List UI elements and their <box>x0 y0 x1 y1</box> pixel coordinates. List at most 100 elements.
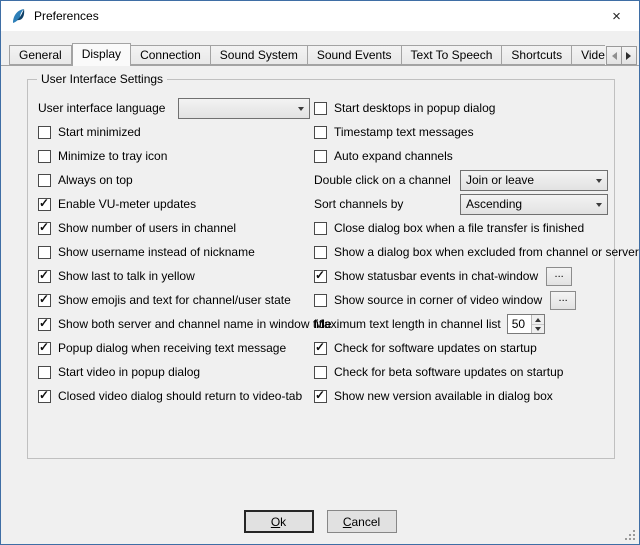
statusbar-events-more-button[interactable]: ... <box>546 267 572 286</box>
checkbox-row[interactable]: Popup dialog when receiving text message <box>38 336 310 360</box>
checkbox-label: Show new version available in dialog box <box>334 389 553 403</box>
checkbox-label: Start desktops in popup dialog <box>334 101 495 115</box>
checkbox-box[interactable] <box>314 270 327 283</box>
checkbox-box[interactable] <box>314 342 327 355</box>
checkbox-row[interactable]: Start desktops in popup dialog <box>314 96 608 120</box>
checkbox-box[interactable] <box>314 126 327 139</box>
sort-channels-select[interactable]: Ascending <box>460 194 608 215</box>
spin-value: 50 <box>508 315 531 333</box>
tab[interactable]: Text To Speech <box>402 45 503 65</box>
tab[interactable]: Sound Events <box>308 45 402 65</box>
right-column: Start desktops in popup dialog Timestamp… <box>314 96 608 408</box>
checkbox-row[interactable]: Always on top <box>38 168 310 192</box>
checkbox-row[interactable]: Show username instead of nickname <box>38 240 310 264</box>
video-source-row[interactable]: Show source in corner of video window ..… <box>314 288 608 312</box>
checkbox-row[interactable]: Auto expand channels <box>314 144 608 168</box>
checkbox-label: Close dialog box when a file transfer is… <box>334 221 584 235</box>
checkbox-box[interactable] <box>38 294 51 307</box>
tab-scroll-left-button[interactable] <box>606 46 622 65</box>
user-interface-settings-group: User Interface Settings User interface l… <box>27 79 615 459</box>
checkbox-row[interactable]: Check for beta software updates on start… <box>314 360 608 384</box>
double-click-select[interactable]: Join or leave <box>460 170 608 191</box>
tab-scroll-right-button[interactable] <box>621 46 637 65</box>
checkbox-box[interactable] <box>314 102 327 115</box>
checkbox-box[interactable] <box>38 150 51 163</box>
dialog-buttons: Ok Cancel <box>1 510 639 533</box>
tab[interactable]: Video <box>572 45 605 65</box>
tab[interactable]: Connection <box>131 45 211 65</box>
video-source-more-button[interactable]: ... <box>550 291 576 310</box>
chevron-down-icon <box>596 179 602 186</box>
tab[interactable]: Shortcuts <box>502 45 572 65</box>
statusbar-events-row[interactable]: Show statusbar events in chat-window ... <box>314 264 608 288</box>
max-text-length-label: Maximum text length in channel list <box>314 317 501 331</box>
sort-channels-row: Sort channels by Ascending <box>314 192 608 216</box>
checkbox-row[interactable]: Show a dialog box when excluded from cha… <box>314 240 608 264</box>
chevron-down-icon <box>298 107 304 114</box>
checkbox-row[interactable]: Minimize to tray icon <box>38 144 310 168</box>
checkbox-box[interactable] <box>38 246 51 259</box>
tab-label: Connection <box>140 48 201 62</box>
checkbox-box[interactable] <box>38 174 51 187</box>
close-button[interactable]: × <box>594 1 639 31</box>
tab-label: Display <box>82 47 121 61</box>
checkbox-row[interactable]: Show emojis and text for channel/user st… <box>38 288 310 312</box>
tab[interactable]: Sound System <box>211 45 308 65</box>
close-icon: × <box>612 8 621 25</box>
double-click-row: Double click on a channel Join or leave <box>314 168 608 192</box>
checkbox-row[interactable]: Show new version available in dialog box <box>314 384 608 408</box>
ok-button[interactable]: Ok <box>244 510 314 533</box>
checkbox-row[interactable]: Timestamp text messages <box>314 120 608 144</box>
spin-up-button[interactable] <box>532 315 544 325</box>
left-checkbox-list: Start minimized Minimize to tray icon Al… <box>38 120 310 408</box>
checkbox-row[interactable]: Closed video dialog should return to vid… <box>38 384 310 408</box>
max-text-length-spinner[interactable]: 50 <box>507 314 545 334</box>
checkbox-box[interactable] <box>314 390 327 403</box>
statusbar-events-label: Show statusbar events in chat-window <box>334 269 538 283</box>
checkbox-box[interactable] <box>38 390 51 403</box>
window-title: Preferences <box>34 9 594 23</box>
checkbox-row[interactable]: Check for software updates on startup <box>314 336 608 360</box>
checkbox-row[interactable]: Show last to talk in yellow <box>38 264 310 288</box>
checkbox-box[interactable] <box>314 150 327 163</box>
right-checkbox-list-mid: Close dialog box when a file transfer is… <box>314 216 608 264</box>
tab-label: Video <box>581 48 605 62</box>
checkbox-box[interactable] <box>38 318 51 331</box>
checkbox-label: Show both server and channel name in win… <box>58 317 332 331</box>
spin-down-button[interactable] <box>532 325 544 334</box>
checkbox-label: Closed video dialog should return to vid… <box>58 389 302 403</box>
titlebar[interactable]: Preferences × <box>1 1 639 31</box>
checkbox-box[interactable] <box>314 246 327 259</box>
right-checkbox-list-top: Start desktops in popup dialog Timestamp… <box>314 96 608 168</box>
checkbox-label: Show last to talk in yellow <box>58 269 195 283</box>
checkbox-box[interactable] <box>38 198 51 211</box>
checkbox-box[interactable] <box>314 294 327 307</box>
tab[interactable]: Display <box>72 43 131 66</box>
checkbox-label: Always on top <box>58 173 133 187</box>
checkbox-box[interactable] <box>314 222 327 235</box>
groupbox-title: User Interface Settings <box>37 72 167 86</box>
right-checkbox-list-bottom: Check for software updates on startup Ch… <box>314 336 608 408</box>
checkbox-box[interactable] <box>314 366 327 379</box>
checkbox-row[interactable]: Start video in popup dialog <box>38 360 310 384</box>
ellipsis-icon: ... <box>555 268 564 280</box>
language-select[interactable] <box>178 98 310 119</box>
checkbox-row[interactable]: Show both server and channel name in win… <box>38 312 310 336</box>
resize-grip[interactable] <box>624 529 636 541</box>
checkbox-row[interactable]: Enable VU-meter updates <box>38 192 310 216</box>
checkbox-box[interactable] <box>38 222 51 235</box>
checkbox-row[interactable]: Show number of users in channel <box>38 216 310 240</box>
chevron-up-icon <box>535 315 541 322</box>
tab[interactable]: General <box>9 45 72 65</box>
checkbox-box[interactable] <box>38 342 51 355</box>
checkbox-box[interactable] <box>38 366 51 379</box>
tab-label: Sound Events <box>317 48 392 62</box>
tab-label: Text To Speech <box>411 48 493 62</box>
checkbox-box[interactable] <box>38 126 51 139</box>
checkbox-row[interactable]: Close dialog box when a file transfer is… <box>314 216 608 240</box>
checkbox-label: Show emojis and text for channel/user st… <box>58 293 291 307</box>
tab-label: Shortcuts <box>511 48 562 62</box>
cancel-button[interactable]: Cancel <box>327 510 397 533</box>
checkbox-row[interactable]: Start minimized <box>38 120 310 144</box>
checkbox-box[interactable] <box>38 270 51 283</box>
